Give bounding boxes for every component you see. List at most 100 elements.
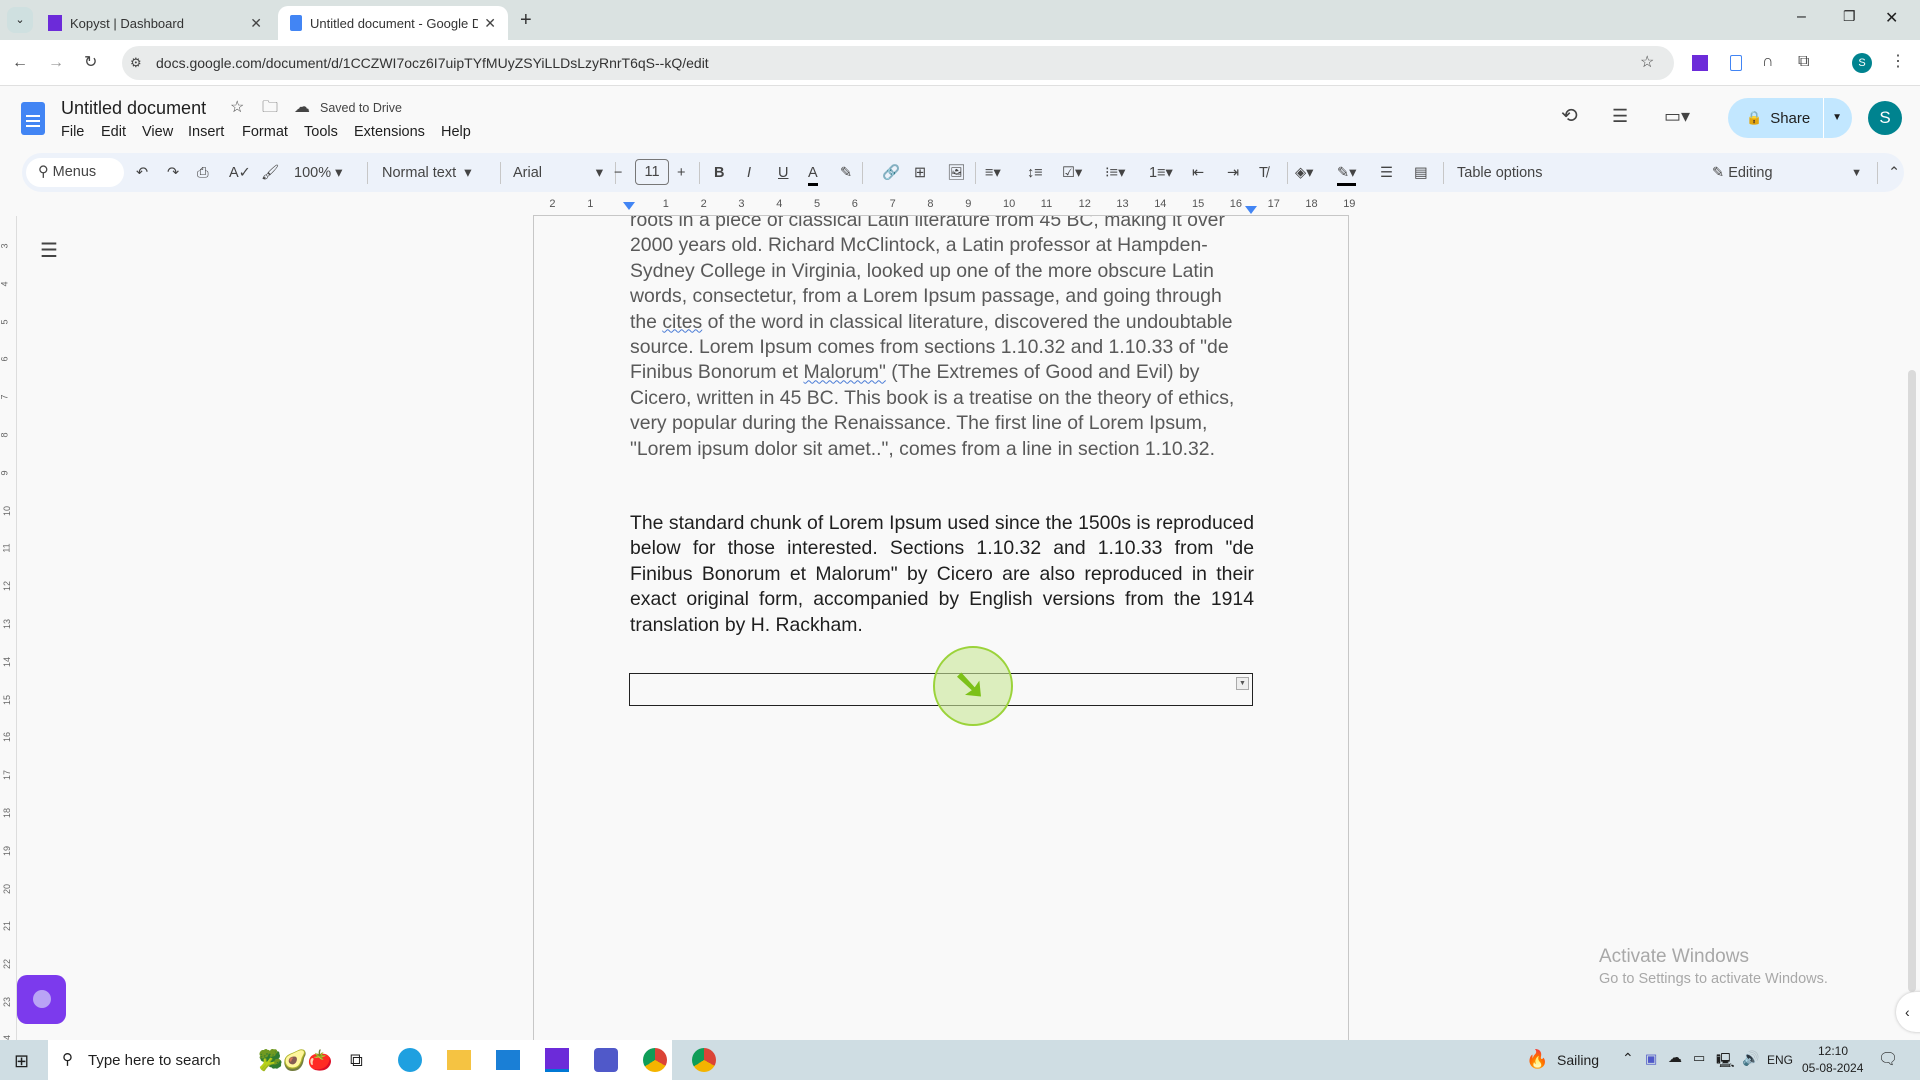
increase-font-icon[interactable]: + — [677, 163, 685, 183]
url-field[interactable]: ⚙ docs.google.com/document/d/1CCZWI7ocz6… — [122, 46, 1674, 80]
menu-insert[interactable]: Insert — [188, 124, 224, 140]
mail-icon[interactable] — [496, 1050, 520, 1070]
menu-tools[interactable]: Tools — [304, 124, 338, 140]
more-icon[interactable]: ⋮ — [1890, 52, 1906, 72]
reload-icon[interactable]: ↻ — [84, 53, 97, 73]
meet-tray-icon[interactable]: ▭ — [1693, 1050, 1705, 1066]
font-size-input[interactable]: 11 — [635, 159, 669, 185]
minimize-button[interactable]: – — [1797, 8, 1806, 26]
clock-time[interactable]: 12:10 — [1818, 1044, 1848, 1058]
document-page[interactable]: roots in a piece of classical Latin lite… — [533, 216, 1349, 1040]
file-explorer-icon[interactable] — [447, 1050, 471, 1070]
document-title[interactable]: Untitled document — [61, 98, 206, 119]
account-avatar[interactable]: S — [1868, 101, 1902, 135]
checklist-icon[interactable]: ☑▾ — [1062, 163, 1082, 183]
menu-file[interactable]: File — [61, 124, 84, 140]
tab-docs[interactable]: Untitled document - Google Do ✕ — [278, 6, 508, 40]
share-button[interactable]: 🔒 Share ▼ — [1728, 98, 1852, 138]
tray-chevron-icon[interactable]: ⌃ — [1622, 1050, 1634, 1067]
font-select[interactable]: Arial ▾ — [513, 163, 603, 183]
zoom-select[interactable]: 100% ▾ — [294, 163, 342, 183]
back-icon[interactable]: ← — [12, 53, 28, 73]
site-info-icon[interactable]: ⚙ — [130, 53, 142, 73]
redo-icon[interactable]: ↷ — [167, 163, 179, 183]
vertical-ruler[interactable]: 3456789101112131415161718192021222324 — [0, 216, 17, 1045]
edge-icon[interactable] — [398, 1048, 422, 1072]
add-comment-icon[interactable]: ⊞ — [914, 163, 926, 183]
numbered-list-icon[interactable]: 1≡▾ — [1149, 163, 1173, 183]
border-width-icon[interactable]: ☰ — [1380, 163, 1393, 183]
border-color-icon[interactable]: ✎▾ — [1337, 163, 1357, 186]
line-spacing-icon[interactable]: ↕≡ — [1027, 163, 1043, 183]
menus-search[interactable]: ⚲ Menus — [26, 158, 124, 187]
teams-icon[interactable] — [594, 1048, 618, 1072]
tab-kopyst[interactable]: Kopyst | Dashboard ✕ — [36, 6, 274, 40]
network-icon[interactable]: 🖳 — [1716, 1050, 1735, 1074]
star-icon[interactable]: ☆ — [1640, 53, 1654, 73]
chrome-icon[interactable] — [643, 1048, 667, 1072]
meet-icon[interactable]: ▭▾ — [1664, 106, 1690, 126]
task-view-icon[interactable]: ⧉ — [350, 1050, 363, 1071]
side-panel-toggle[interactable]: ‹ — [1896, 992, 1920, 1032]
close-icon[interactable]: ✕ — [484, 15, 496, 32]
table-options-button[interactable]: Table options — [1457, 163, 1542, 183]
volume-icon[interactable]: 🔊 — [1742, 1050, 1759, 1067]
spellcheck-icon[interactable]: A✓ — [229, 163, 251, 183]
document-outline-icon[interactable]: ☰ — [40, 238, 58, 263]
menu-view[interactable]: View — [142, 124, 173, 140]
bulleted-list-icon[interactable]: ⁝≡▾ — [1105, 163, 1125, 183]
star-icon[interactable]: ☆ — [230, 98, 244, 118]
extension-arc-icon[interactable]: ∩ — [1762, 52, 1774, 72]
spelling-suggestion[interactable]: cites — [662, 311, 702, 333]
paint-format-icon[interactable]: 🖌 — [261, 163, 279, 183]
restore-button[interactable]: ❐ — [1843, 8, 1856, 25]
tab-search-button[interactable]: ⌄ — [7, 7, 33, 33]
spelling-suggestion[interactable]: Malorum" — [804, 361, 886, 383]
comments-icon[interactable]: ☰ — [1612, 106, 1628, 126]
right-indent-marker[interactable] — [1245, 206, 1257, 214]
bold-icon[interactable]: B — [714, 163, 724, 183]
scrollbar[interactable] — [1908, 370, 1916, 992]
left-indent-marker[interactable] — [623, 202, 635, 210]
insert-image-icon[interactable]: 🖼 — [947, 163, 965, 183]
align-icon[interactable]: ≡▾ — [985, 163, 1001, 183]
kopyst-extension-icon[interactable] — [1692, 55, 1708, 71]
highlight-icon[interactable]: ✎ — [840, 163, 852, 183]
menu-help[interactable]: Help — [441, 124, 471, 140]
italic-icon[interactable]: I — [747, 163, 751, 183]
border-dash-icon[interactable]: ▤ — [1414, 163, 1428, 183]
cell-fill-icon[interactable]: ◈▾ — [1295, 163, 1313, 183]
chrome-profile-icon[interactable] — [692, 1048, 716, 1072]
new-tab-button[interactable]: + — [520, 9, 532, 32]
onedrive-icon[interactable]: ☁ — [1668, 1049, 1682, 1066]
print-icon[interactable]: ⎙ — [197, 163, 209, 183]
text-color-icon[interactable]: A — [808, 163, 818, 186]
decrease-font-icon[interactable]: − — [614, 163, 622, 183]
menu-edit[interactable]: Edit — [101, 124, 126, 140]
increase-indent-icon[interactable]: ⇥ — [1227, 163, 1239, 183]
docs-logo[interactable] — [21, 102, 45, 135]
decrease-indent-icon[interactable]: ⇤ — [1192, 163, 1204, 183]
undo-icon[interactable]: ↶ — [136, 163, 148, 183]
windows-start-icon[interactable]: ⊞ — [14, 1051, 29, 1072]
clock-date[interactable]: 05-08-2024 — [1802, 1061, 1863, 1075]
share-dropdown-icon[interactable]: ▼ — [1823, 98, 1842, 138]
language-indicator[interactable]: ENG — [1767, 1053, 1793, 1067]
menu-format[interactable]: Format — [242, 124, 288, 140]
hide-menus-icon[interactable]: ⌃ — [1888, 163, 1900, 183]
menu-extensions[interactable]: Extensions — [354, 124, 425, 140]
teams-tray-icon[interactable]: ▣ — [1645, 1051, 1657, 1067]
kopyst-app-icon[interactable] — [545, 1048, 569, 1072]
close-window-button[interactable]: ✕ — [1885, 8, 1898, 28]
move-folder-icon[interactable]: 🗀 — [262, 98, 278, 118]
editing-mode-select[interactable]: ✎ Editing ▼ — [1712, 163, 1862, 183]
kopyst-widget-button[interactable] — [17, 975, 66, 1024]
underline-icon[interactable]: U — [778, 163, 788, 183]
puzzle-icon[interactable]: ⧉ — [1798, 52, 1809, 72]
version-history-icon[interactable]: ⟲ — [1561, 106, 1578, 126]
cell-dropdown-icon[interactable]: ▼ — [1236, 677, 1249, 690]
horizontal-ruler[interactable]: 2 1 1 2 3 4 5 6 7 8 9 10 11 12 13 14 15 16 17 18 19 — [533, 196, 1355, 216]
clear-formatting-icon[interactable]: T̸ — [1259, 163, 1268, 183]
link-icon[interactable]: 🔗 — [882, 163, 900, 183]
profile-avatar[interactable]: S — [1852, 53, 1872, 73]
